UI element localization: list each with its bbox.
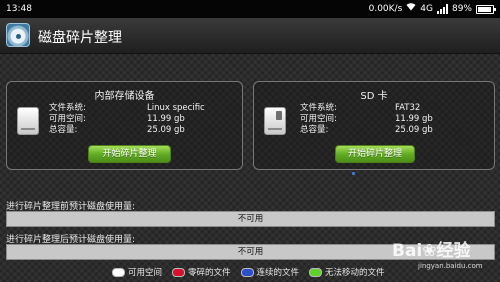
free-space-label: 可用空间: [49,114,86,124]
free-space-value: 11.99 gb [395,114,433,124]
battery-percent: 89% [451,4,472,14]
battery-icon [476,4,496,14]
filesystem-value: Linux specific [147,103,205,113]
free-space-value: 11.99 gb [147,114,185,124]
sd-card-panel: SD 卡 文件系统: FAT32 可用空间: 11.99 gb 总容量: 25.09 … [253,81,495,170]
network-type: 4G [420,4,433,14]
decorative-dot [352,172,355,175]
drive-icon [17,107,39,135]
status-right: 0.00K/s 4G 89% [368,0,496,18]
filesystem-label: 文件系统: [300,103,337,113]
filesystem-label: 文件系统: [49,103,86,113]
start-defrag-sd-button[interactable]: 开始碎片整理 [335,145,415,163]
storage-info: 文件系统: FAT32 可用空间: 11.99 gb 总容量: 25.09 gb [300,103,490,136]
legend-item-free-space: 可用空间 [112,266,162,278]
free-space-label: 可用空间: [300,114,337,124]
app-title-bar: 磁盘碎片整理 [0,18,500,54]
legend-swatch-icon [112,267,125,277]
total-capacity-value: 25.09 gb [395,125,433,135]
total-capacity-label: 总容量: [300,125,329,135]
start-defrag-internal-button[interactable]: 开始碎片整理 [88,145,171,163]
total-capacity-value: 25.09 gb [147,125,185,135]
legend-item-unmovable: 无法移动的文件 [309,266,385,278]
storage-info: 文件系统: Linux specific 可用空间: 11.99 gb 总容量: 25… [49,103,234,136]
legend-label: 无法移动的文件 [325,268,385,278]
watermark: Bai❀经验 jingyan.baidu.com [392,236,494,274]
total-capacity-label: 总容量: [49,125,78,135]
legend-label: 可用空间 [128,268,163,278]
network-speed: 0.00K/s [368,4,403,14]
usage-before-bar: 不可用 [6,211,495,227]
disk-icon [6,23,30,47]
panel-title: 内部存储设备 [94,91,155,102]
legend-item-fragmented: 零碎的文件 [172,266,231,278]
sd-card-icon [264,107,286,135]
legend-swatch-icon [172,267,186,277]
legend-label: 连续的文件 [256,268,300,278]
watermark-logo: Bai❀经验 [392,241,471,261]
legend-swatch-icon [240,267,254,277]
watermark-url: jingyan.baidu.com [418,262,483,270]
filesystem-value: FAT32 [395,103,421,113]
signal-icon [436,4,448,14]
legend-item-contiguous: 连续的文件 [240,266,300,278]
internal-storage-panel: 内部存储设备 文件系统: Linux specific 可用空间: 11.99 gb… [6,81,243,170]
app-title: 磁盘碎片整理 [38,30,122,46]
panel-title: SD 卡 [360,91,388,102]
legend-swatch-icon [309,267,323,277]
wifi-icon [406,0,416,18]
status-bar: 13:48 0.00K/s 4G 89% [0,0,500,18]
status-time: 13:48 [6,4,32,14]
legend-label: 零碎的文件 [188,268,231,278]
legend: 可用空间 零碎的文件 连续的文件 无法移动的文件 [112,265,385,279]
